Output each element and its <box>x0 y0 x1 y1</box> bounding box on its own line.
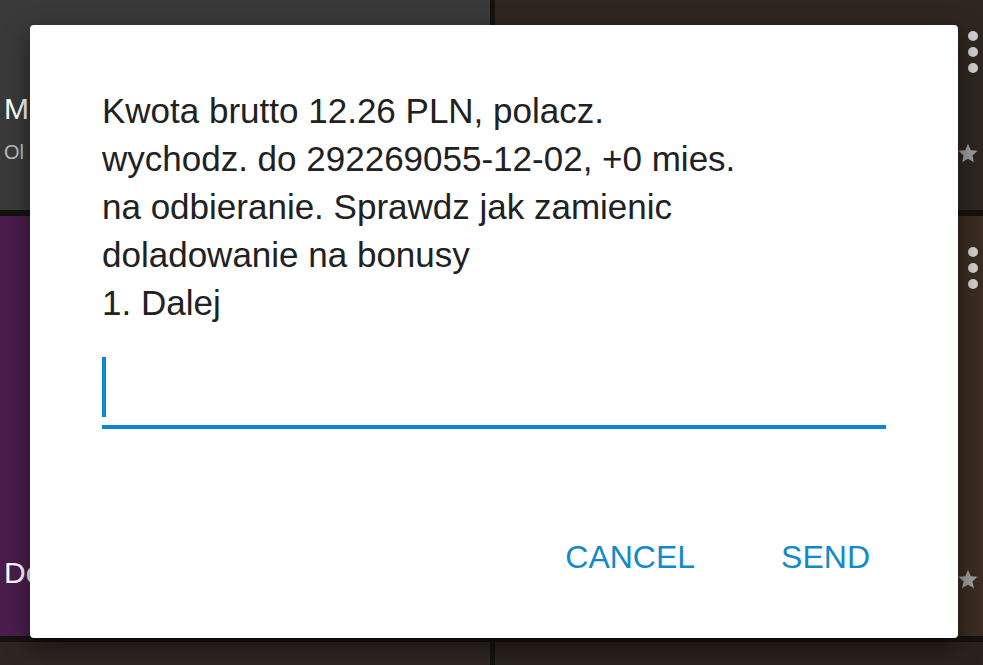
tile-texts: M Ol <box>4 92 29 164</box>
message-line: Kwota brutto 12.26 PLN, polacz. <box>102 87 886 135</box>
star-icon[interactable] <box>957 142 979 164</box>
message-line: na odbieranie. Sprawdz jak zamienic <box>102 183 886 231</box>
text-caret <box>102 357 106 417</box>
more-icon[interactable] <box>967 246 979 290</box>
dialog-message: Kwota brutto 12.26 PLN, polacz.wychodz. … <box>102 87 886 327</box>
message-line: wychodz. do 292269055-12-02, +0 mies. <box>102 135 886 183</box>
input-underline <box>102 425 886 429</box>
screen: MOlDoKwota brutto 12.26 PLN, polacz.wych… <box>0 0 983 665</box>
star-icon[interactable] <box>957 568 979 590</box>
tile-subtitle: Ol <box>4 140 29 164</box>
contact-tile[interactable] <box>0 642 490 665</box>
more-icon[interactable] <box>967 30 979 74</box>
tile-title: M <box>4 92 29 126</box>
message-line: 1. Dalej <box>102 279 886 327</box>
dialog-button[interactable]: CANCEL <box>549 521 711 594</box>
dialog-buttons: CANCEL SEND <box>102 521 886 594</box>
dialog-button[interactable]: SEND <box>765 521 886 594</box>
input-value <box>102 357 886 417</box>
contact-tile[interactable] <box>495 642 983 665</box>
message-line: doladowanie na bonusy <box>102 231 886 279</box>
reply-input[interactable] <box>102 357 886 429</box>
ussd-dialog: Kwota brutto 12.26 PLN, polacz.wychodz. … <box>30 25 958 638</box>
